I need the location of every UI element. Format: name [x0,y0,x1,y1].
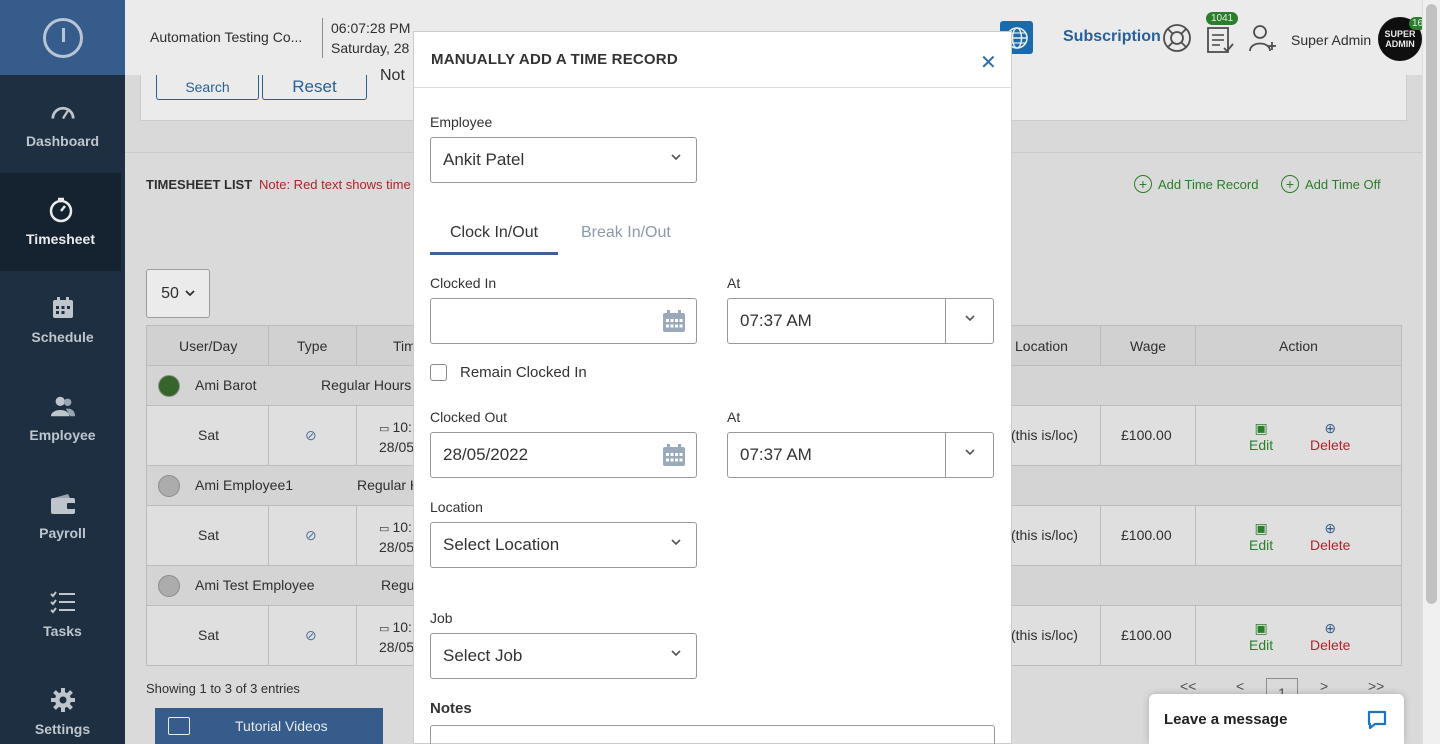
clock-in-time-select[interactable]: 07:37 AM [727,298,994,344]
clocked-in-date-input[interactable] [430,298,697,344]
clocked-out-date-input[interactable]: 28/05/2022 [430,432,697,478]
chevron-down-icon [671,154,681,161]
close-icon[interactable]: ✕ [980,50,997,75]
employee-label: Employee [430,114,493,130]
clock-in-at-label: At [727,275,741,291]
modal-title: MANUALLY ADD A TIME RECORD [431,51,678,68]
calendar-icon[interactable] [662,309,686,333]
tab-break-in-out[interactable]: Break In/Out [581,224,671,242]
tab-clock-in-out[interactable]: Clock In/Out [450,224,538,242]
job-label: Job [430,610,453,626]
clock-in-time-value: 07:37 AM [740,311,812,330]
clock-out-at-label: At [727,409,741,425]
notes-label: Notes [430,700,472,717]
location-label: Location [430,499,483,515]
page-scrollbar[interactable] [1422,0,1440,744]
scrollbar-thumb[interactable] [1426,4,1437,604]
modal-header: MANUALLY ADD A TIME RECORD ✕ [414,32,1011,88]
clock-out-time-select[interactable]: 07:37 AM [727,432,994,478]
chevron-down-icon [671,539,681,546]
clock-out-time-value: 07:37 AM [740,445,812,464]
add-time-record-modal: MANUALLY ADD A TIME RECORD ✕ Employee An… [413,31,1012,744]
job-value: Select Job [443,646,523,665]
remain-clocked-in-label: Remain Clocked In [460,364,587,381]
active-tab-indicator [430,252,558,255]
clocked-out-date-value: 28/05/2022 [443,445,529,464]
chat-bubble-icon [1367,710,1387,730]
chevron-down-icon [965,449,975,456]
clocked-out-label: Clocked Out [430,409,508,425]
leave-message-label: Leave a message [1164,710,1288,728]
location-value: Select Location [443,535,560,554]
location-select[interactable]: Select Location [430,522,697,568]
clocked-in-label: Clocked In [430,275,497,291]
chevron-down-icon [671,650,681,657]
clock-tabs: Clock In/Out Break In/Out [430,212,1010,257]
leave-message-widget[interactable]: Leave a message [1149,694,1404,744]
job-select[interactable]: Select Job [430,633,697,679]
employee-select[interactable]: Ankit Patel [430,137,697,183]
remain-clocked-in-checkbox[interactable] [430,364,447,381]
chevron-down-icon [965,315,975,322]
calendar-icon[interactable] [662,443,686,467]
employee-value: Ankit Patel [443,150,525,169]
notes-textarea[interactable] [430,725,995,744]
